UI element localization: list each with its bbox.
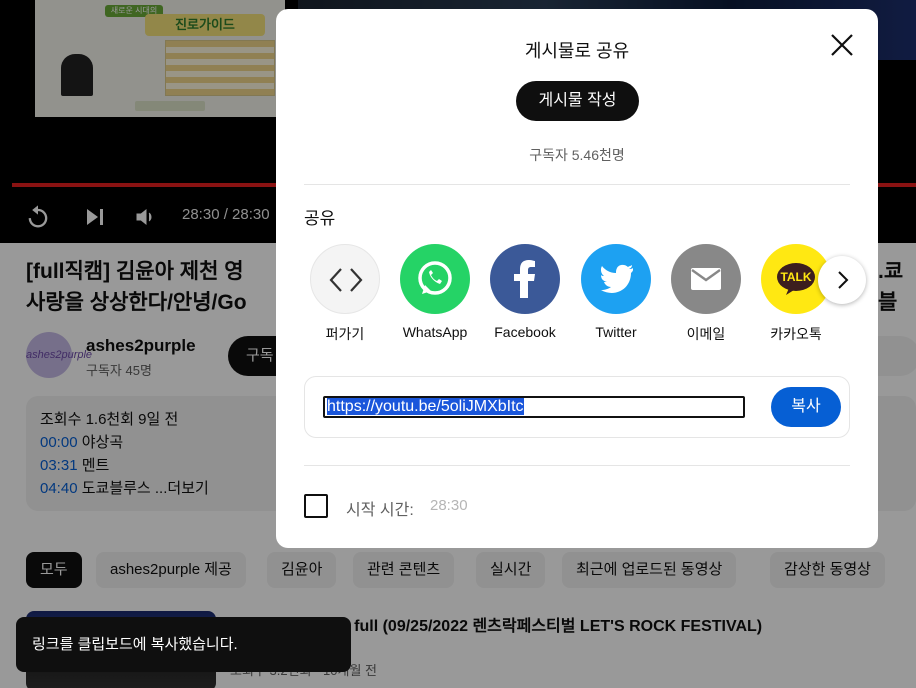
share-email[interactable]: 이메일 <box>661 244 751 344</box>
email-icon <box>671 244 741 314</box>
share-facebook[interactable]: Facebook <box>480 244 570 340</box>
copy-button[interactable]: 복사 <box>771 387 841 427</box>
dialog-title: 게시물로 공유 <box>524 41 630 61</box>
share-link-input[interactable]: https://youtu.be/5oliJMXbItc <box>323 396 745 418</box>
share-whatsapp[interactable]: WhatsApp <box>390 244 480 340</box>
share-label: 이메일 <box>686 326 726 342</box>
share-label: Facebook <box>494 324 556 340</box>
share-label: 카카오톡 <box>770 326 822 342</box>
svg-text:TALK: TALK <box>780 270 811 284</box>
create-post-button[interactable]: 게시물 작성 <box>516 81 639 121</box>
twitter-icon <box>581 244 651 314</box>
copied-toast: 링크를 클립보드에 복사했습니다. <box>16 617 351 672</box>
embed-icon <box>310 244 380 314</box>
share-heading: 공유 <box>304 209 336 228</box>
divider <box>304 465 850 466</box>
whatsapp-icon <box>400 244 470 314</box>
start-time-checkbox[interactable] <box>304 494 328 518</box>
share-link-text: https://youtu.be/5oliJMXbItc <box>327 398 524 415</box>
share-label: Twitter <box>595 324 637 340</box>
share-label: WhatsApp <box>402 324 468 340</box>
share-next-button[interactable] <box>818 256 866 304</box>
close-icon[interactable] <box>828 31 856 59</box>
share-twitter[interactable]: Twitter <box>571 244 661 340</box>
share-dialog: 게시물로 공유 게시물 작성 구독자 5.46천명 공유 퍼가기 WhatsAp… <box>276 9 878 548</box>
facebook-icon <box>490 244 560 314</box>
start-time-value[interactable]: 28:30 <box>430 497 468 514</box>
divider <box>304 184 850 185</box>
chevron-right-icon <box>838 271 849 289</box>
subscriber-count: 구독자 5.46천명 <box>529 147 625 163</box>
start-time-label: 시작 시간: <box>346 502 414 519</box>
link-box: https://youtu.be/5oliJMXbItc 복사 <box>304 376 850 438</box>
